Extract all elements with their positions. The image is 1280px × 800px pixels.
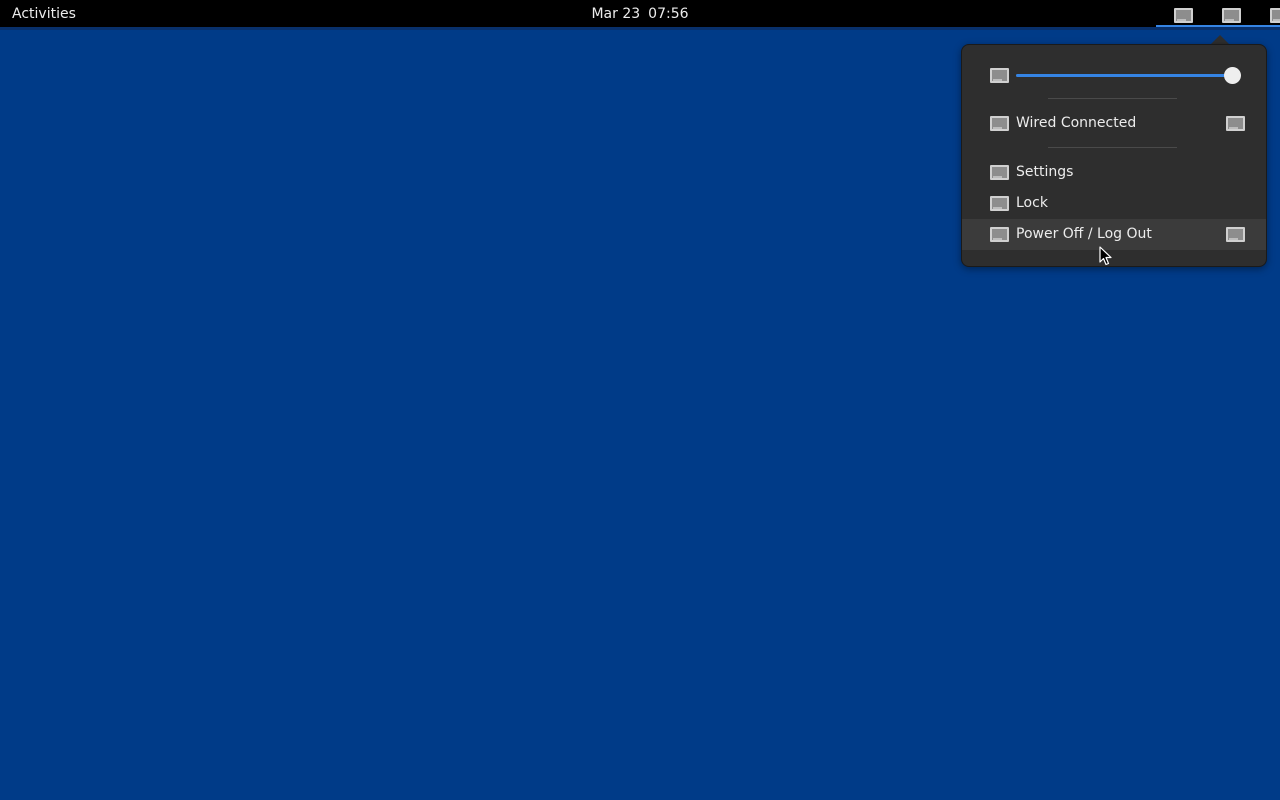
volume-slider-handle[interactable] <box>1224 67 1241 84</box>
network-wired-label: Wired Connected <box>1016 115 1137 131</box>
desktop-edge <box>0 27 1280 30</box>
expand-icon <box>1226 116 1245 131</box>
power-off-log-out-item[interactable]: Power Off / Log Out <box>962 219 1266 250</box>
volume-icon <box>990 68 1009 83</box>
expand-icon <box>1226 227 1245 242</box>
volume-slider-fill <box>1016 74 1233 77</box>
power-off-log-out-label: Power Off / Log Out <box>1016 226 1152 242</box>
lock-icon <box>990 196 1009 211</box>
top-bar: Activities Mar 23 07:56 <box>0 0 1280 27</box>
settings-item[interactable]: Settings <box>962 157 1266 188</box>
network-wired-item[interactable]: Wired Connected <box>962 108 1266 139</box>
battery-icon <box>1270 8 1280 23</box>
volume-slider[interactable] <box>1016 67 1241 84</box>
settings-icon <box>990 165 1009 180</box>
activities-button[interactable]: Activities <box>12 6 76 22</box>
lock-label: Lock <box>1016 195 1048 211</box>
clock: Mar 23 07:56 <box>0 6 1280 22</box>
system-status-area[interactable] <box>1156 0 1280 27</box>
volume-icon <box>1222 8 1242 23</box>
mouse-cursor-icon <box>1099 246 1112 266</box>
clock-button[interactable]: Mar 23 07:56 <box>591 6 688 22</box>
volume-row <box>962 60 1266 91</box>
separator <box>1048 147 1177 148</box>
clock-date: Mar 23 <box>591 6 641 22</box>
power-icon <box>990 227 1009 242</box>
clock-time: 07:56 <box>648 6 689 22</box>
lock-item[interactable]: Lock <box>962 188 1266 219</box>
separator <box>1048 98 1177 99</box>
system-menu: Wired Connected Settings Lock Power Off … <box>961 44 1267 267</box>
network-wired-icon <box>990 116 1009 131</box>
settings-label: Settings <box>1016 164 1074 180</box>
network-icon <box>1174 8 1193 23</box>
